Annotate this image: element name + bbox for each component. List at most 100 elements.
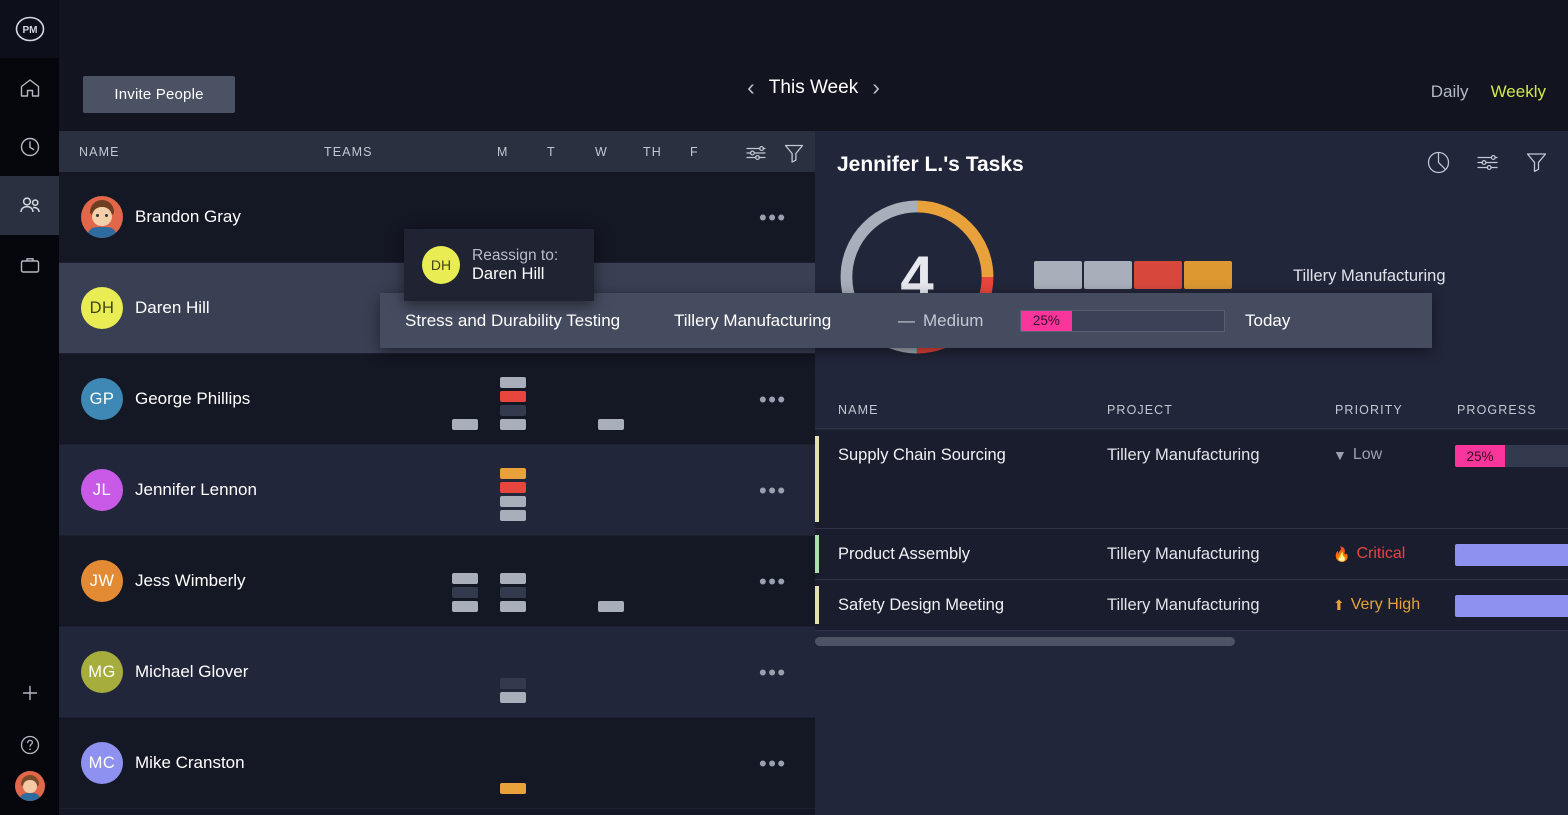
help-button[interactable] (0, 719, 59, 771)
task-priority[interactable]: ⬆Very High (1333, 596, 1420, 614)
dragged-task-date: Today (1245, 311, 1290, 331)
pm-logo-icon: PM (15, 14, 45, 44)
current-user-avatar[interactable] (15, 771, 45, 801)
workload-bar[interactable] (500, 468, 526, 479)
reassign-tooltip: DH Reassign to: Daren Hill (404, 229, 594, 301)
workload-stack-w[interactable] (500, 783, 526, 794)
task-name: Supply Chain Sourcing (838, 446, 1006, 465)
row-menu-button[interactable]: ••• (759, 578, 787, 586)
workload-bar[interactable] (500, 405, 526, 416)
home-icon (18, 76, 42, 100)
progress-fill: 25% (1455, 445, 1505, 467)
prev-week-button[interactable]: ‹ (747, 76, 755, 99)
table-row[interactable]: GP George Phillips ••• (59, 354, 815, 445)
task-progress-bar[interactable] (1455, 544, 1568, 566)
pie-chart-icon[interactable] (1425, 149, 1452, 181)
tab-daily[interactable]: Daily (1431, 82, 1469, 102)
week-navigator: ‹ This Week › (59, 76, 1568, 99)
column-header-priority: PRIORITY (1335, 403, 1403, 417)
next-week-button[interactable]: › (872, 76, 880, 99)
week-label[interactable]: This Week (769, 77, 858, 99)
task-progress-bar[interactable]: 25% (1455, 445, 1568, 467)
table-row[interactable]: JWJess Wimberly••• (59, 536, 815, 627)
progress-fill (1455, 595, 1568, 617)
task-progress-bar[interactable] (1455, 595, 1568, 617)
workload-stack-w[interactable] (500, 573, 526, 612)
table-row[interactable]: MGMichael Glover••• (59, 627, 815, 718)
workload-bar[interactable] (452, 601, 478, 612)
workload-bar[interactable] (500, 601, 526, 612)
workload-bar[interactable] (500, 510, 526, 521)
workload-bar[interactable] (500, 783, 526, 794)
workload-stack-m[interactable] (452, 573, 478, 612)
sidebar-item-time[interactable] (0, 117, 59, 176)
workload-bar[interactable] (500, 377, 526, 388)
row-menu-button[interactable]: ••• (759, 396, 787, 404)
avatar: GP (81, 378, 123, 420)
workload-bar[interactable] (500, 678, 526, 689)
task-row[interactable]: Supply Chain SourcingTillery Manufacturi… (815, 430, 1568, 529)
table-filter-icon[interactable] (781, 140, 807, 169)
person-name: Daren Hill (135, 298, 210, 318)
column-header-day-t: T (547, 145, 556, 159)
sidebar-item-home[interactable] (0, 58, 59, 117)
app-logo[interactable]: PM (0, 0, 59, 58)
task-priority[interactable]: 🔥Critical (1333, 545, 1405, 563)
workload-bar[interactable] (500, 391, 526, 402)
workload-bar[interactable] (500, 573, 526, 584)
column-header-day-th: TH (643, 145, 662, 159)
briefcase-icon (18, 253, 42, 277)
dragged-task-progress-bar: 25% (1020, 310, 1225, 332)
table-settings-icon[interactable] (743, 140, 769, 169)
row-menu-button[interactable]: ••• (759, 669, 787, 677)
sidebar-item-team[interactable] (0, 176, 59, 235)
avatar: MC (81, 742, 123, 784)
top-bar: Invite People ‹ This Week › Daily Weekly (59, 0, 1568, 131)
workload-bar[interactable] (598, 419, 624, 430)
workload-stack-w[interactable] (500, 377, 526, 430)
workload-stack-th[interactable] (598, 419, 624, 430)
horizontal-scrollbar[interactable] (815, 637, 1235, 646)
reassign-label: Reassign to: (472, 247, 558, 265)
priority-label: Critical (1356, 545, 1405, 563)
person-name: George Phillips (135, 389, 250, 409)
table-row[interactable]: MCMike Cranston••• (59, 718, 815, 809)
workload-stack-m[interactable] (452, 419, 478, 430)
priority-icon: ⬆ (1333, 597, 1345, 614)
workload-bar[interactable] (452, 587, 478, 598)
task-row[interactable]: Product AssemblyTillery Manufacturing🔥Cr… (815, 529, 1568, 580)
row-menu-button[interactable]: ••• (759, 487, 787, 495)
sidebar-item-portfolio[interactable] (0, 235, 59, 294)
workload-stack-w[interactable] (500, 678, 526, 703)
row-menu-button[interactable]: ••• (759, 760, 787, 768)
status-segment (1034, 261, 1082, 289)
workload-bar[interactable] (500, 692, 526, 703)
workload-bar[interactable] (452, 419, 478, 430)
workload-stack-w[interactable] (500, 468, 526, 521)
sliders-icon[interactable] (1474, 149, 1501, 181)
table-row[interactable]: JLJennifer Lennon••• (59, 445, 815, 536)
dragged-task-row[interactable]: Stress and Durability Testing Tillery Ma… (380, 293, 1432, 348)
task-row[interactable]: Safety Design MeetingTillery Manufacturi… (815, 580, 1568, 631)
workload-bar[interactable] (500, 482, 526, 493)
people-icon (17, 193, 43, 219)
task-priority[interactable]: ▼Low (1333, 446, 1382, 464)
add-button[interactable] (0, 667, 59, 719)
task-status-marker (815, 586, 819, 624)
column-header-task-name: NAME (838, 403, 879, 417)
task-table-header: NAME PROJECT PRIORITY PROGRESS (815, 389, 1568, 429)
task-project: Tillery Manufacturing (1107, 545, 1260, 564)
workload-stack-th[interactable] (598, 601, 624, 612)
workload-bar[interactable] (500, 419, 526, 430)
task-name: Safety Design Meeting (838, 596, 1004, 615)
view-toggle: Daily Weekly (1431, 82, 1546, 102)
workload-bar[interactable] (500, 496, 526, 507)
filter-icon[interactable] (1523, 149, 1550, 181)
workload-bar[interactable] (452, 573, 478, 584)
row-menu-button[interactable]: ••• (759, 214, 787, 222)
workload-bar[interactable] (500, 587, 526, 598)
column-header-day-m: M (497, 145, 509, 159)
workload-bar[interactable] (598, 601, 624, 612)
tab-weekly[interactable]: Weekly (1491, 82, 1546, 102)
avatar: MG (81, 651, 123, 693)
